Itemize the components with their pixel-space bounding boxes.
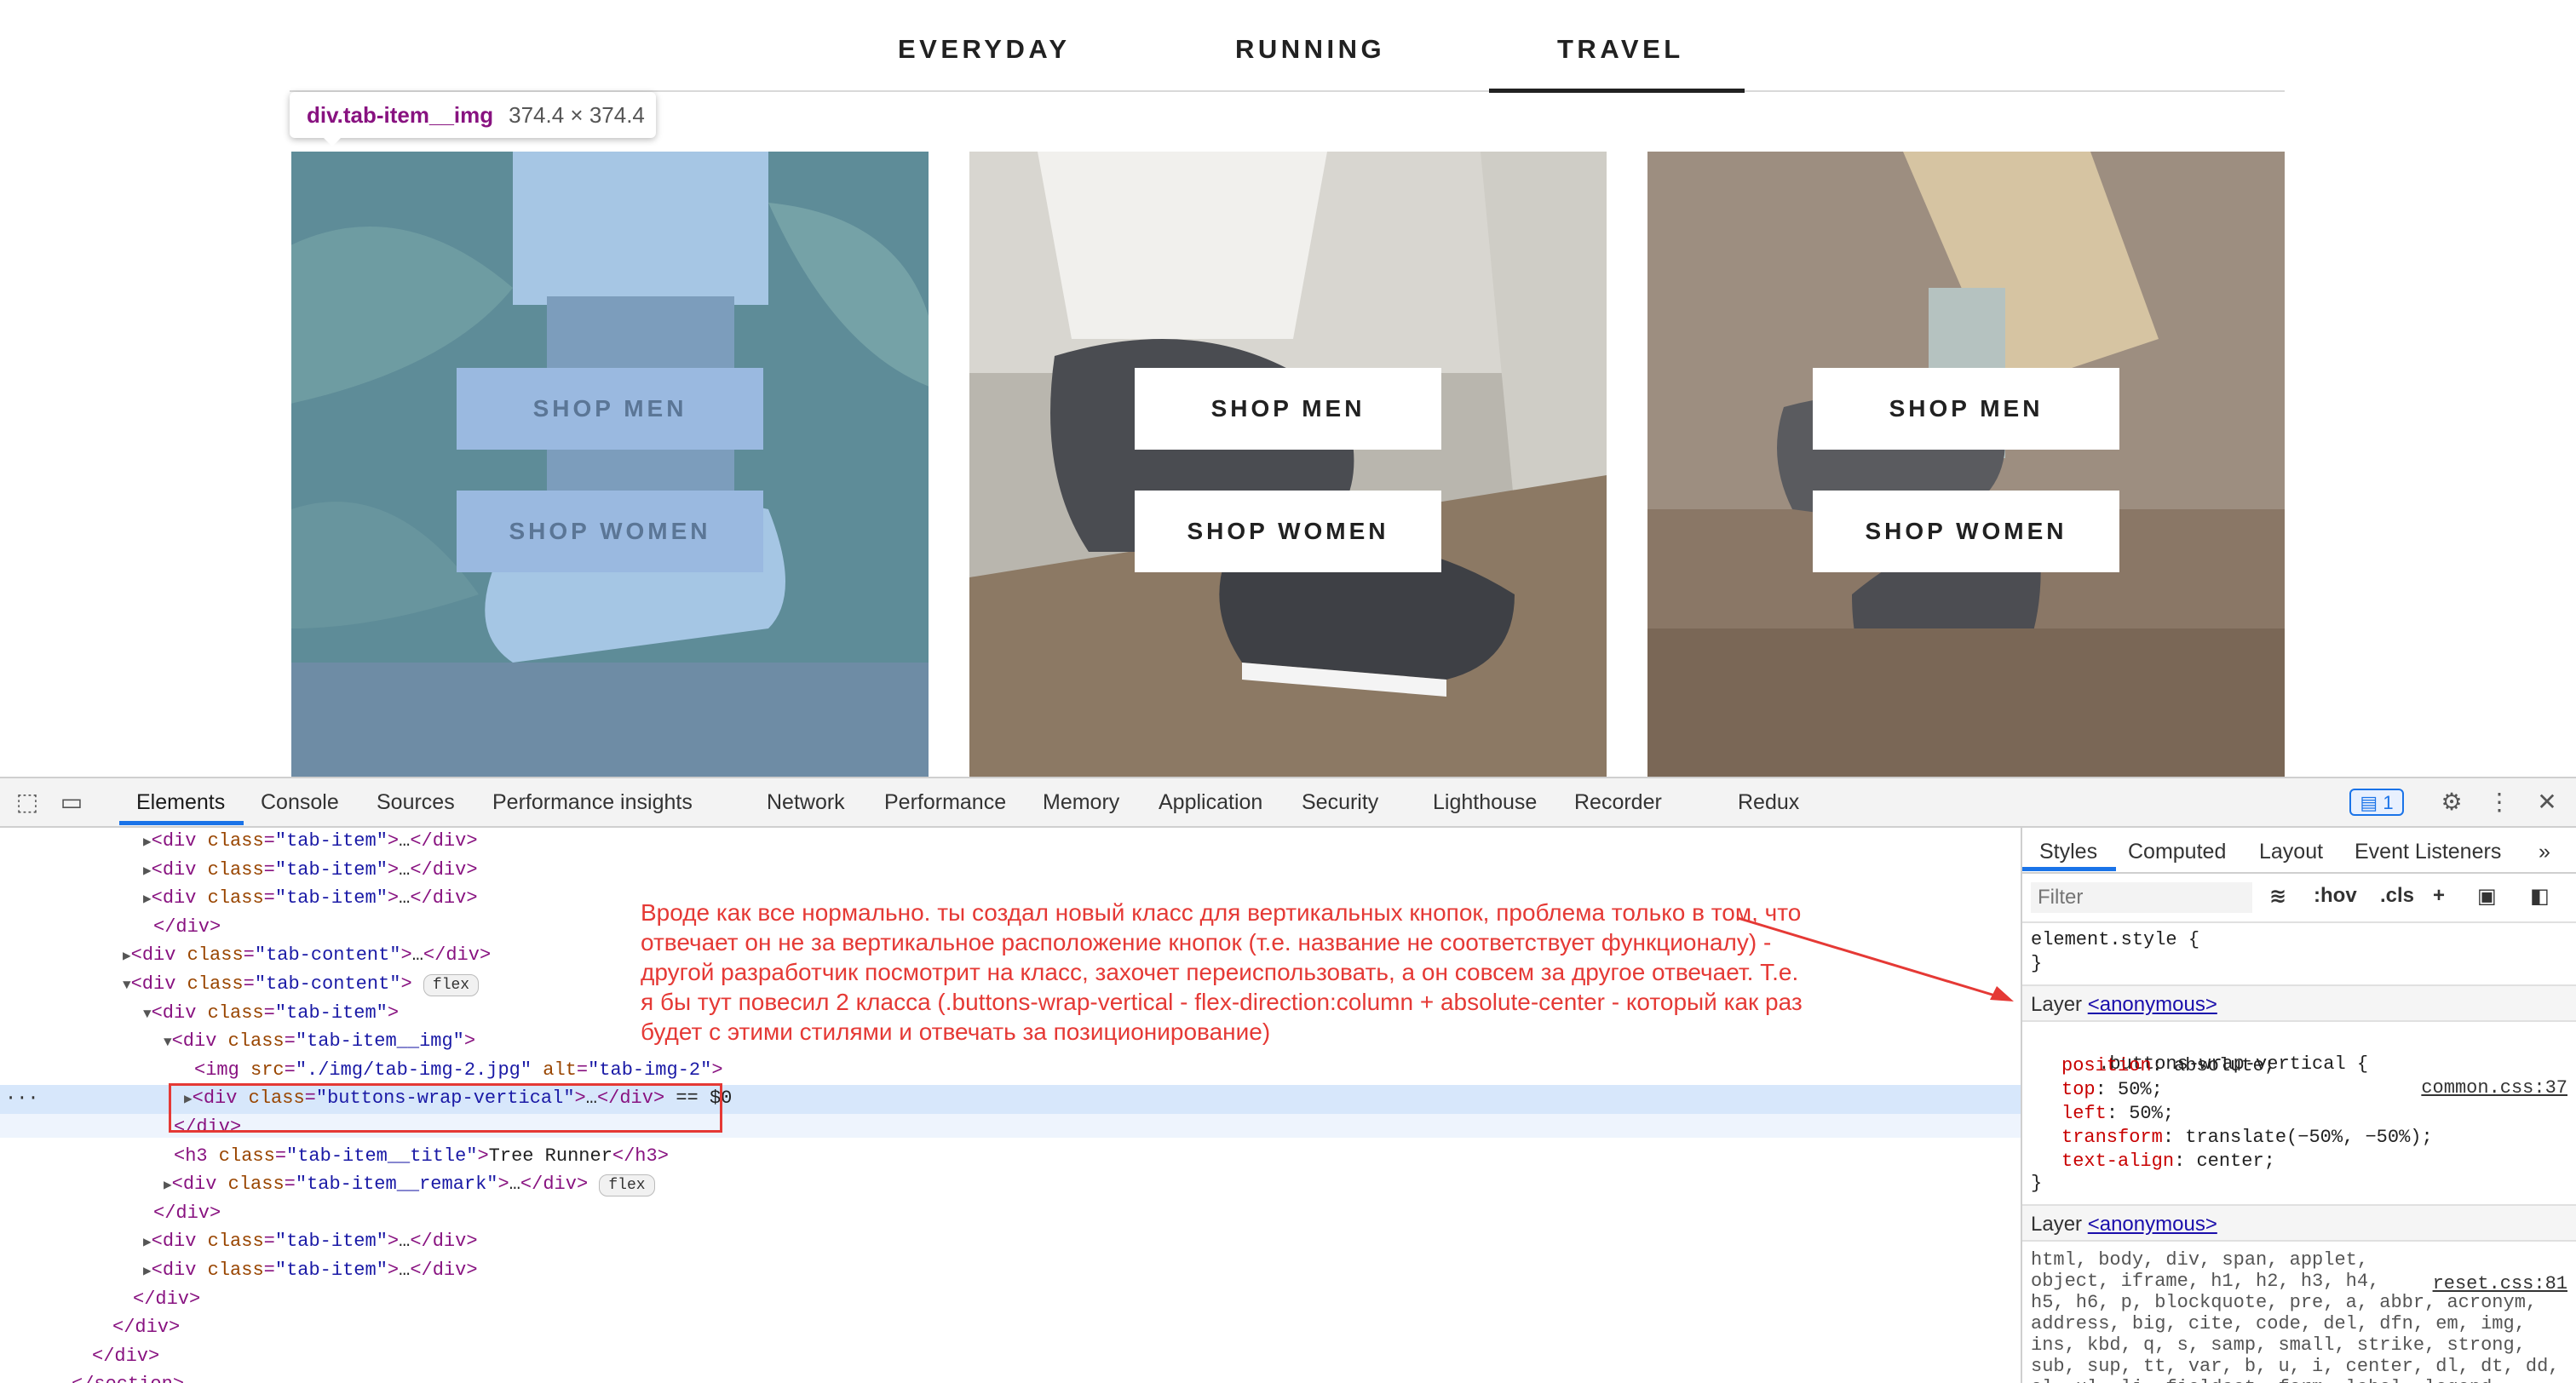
- css-declaration[interactable]: top: 50%;: [2061, 1078, 2163, 1102]
- shop-men-button[interactable]: SHOP MEN: [1813, 368, 2119, 450]
- styles-filter-input[interactable]: [2031, 882, 2252, 913]
- device-toolbar-icon[interactable]: ▭: [58, 789, 85, 816]
- layer-link[interactable]: <anonymous>: [2088, 1213, 2217, 1236]
- settings-gear-icon[interactable]: ⚙: [2438, 789, 2465, 816]
- more-options-icon[interactable]: ⋮: [2486, 789, 2513, 816]
- devtools-tab-application[interactable]: Application: [1159, 790, 1262, 815]
- toggle-renderings-icon[interactable]: ≋: [2269, 884, 2286, 909]
- tab-everyday[interactable]: EVERYDAY: [898, 34, 1071, 65]
- layer-label: Layer: [2031, 1213, 2083, 1236]
- shop-women-button[interactable]: SHOP WOMEN: [457, 491, 763, 572]
- layer-bar-1: Layer <anonymous>: [2022, 984, 2576, 1022]
- reset-selector-line: sub, sup, tt, var, b, u, i, center, dl, …: [2031, 1356, 2560, 1377]
- card-3-image: [1647, 152, 2285, 777]
- active-devtools-tab-indicator: [119, 821, 244, 825]
- tooltip-size: 374.4 × 374.4: [509, 102, 645, 128]
- devtools-tab-network[interactable]: Network: [767, 790, 845, 815]
- devtools-tab-performance[interactable]: Performance: [884, 790, 1006, 815]
- element-style-open[interactable]: element.style {: [2031, 928, 2199, 952]
- css-declaration[interactable]: left: 50%;: [2061, 1102, 2174, 1126]
- shop-men-button[interactable]: SHOP MEN: [1135, 368, 1441, 450]
- product-card-2: SHOP MEN SHOP WOMEN: [969, 152, 1607, 777]
- devtools-tab-elements[interactable]: Elements: [136, 790, 225, 815]
- styles-tabs: Styles Computed Layout Event Listeners »: [2022, 828, 2576, 874]
- more-tabs-icon[interactable]: »: [2539, 840, 2550, 864]
- shop-men-button[interactable]: SHOP MEN: [457, 368, 763, 450]
- tab-running[interactable]: RUNNING: [1235, 34, 1385, 65]
- tab-styles[interactable]: Styles: [2039, 840, 2097, 864]
- toggle-sidebar-icon[interactable]: ◧: [2530, 884, 2550, 909]
- hov-toggle[interactable]: :hov: [2314, 884, 2357, 908]
- inspect-element-icon[interactable]: ⬚: [14, 789, 41, 816]
- layer-label: Layer: [2031, 993, 2083, 1016]
- annotation-arrow: [1737, 916, 2014, 1001]
- devtools-panel: ⬚ ▭ Elements Console Sources Performance…: [0, 777, 2576, 1383]
- devtools-tab-security[interactable]: Security: [1302, 790, 1378, 815]
- reset-selector-line: ol, ul, li, fieldset, form, label, legen…: [2031, 1376, 2504, 1383]
- shop-women-button[interactable]: SHOP WOMEN: [1813, 491, 2119, 572]
- tooltip-selector: div.tab-item__img: [307, 102, 494, 128]
- css-declaration[interactable]: transform: translate(−50%, −50%);: [2061, 1126, 2433, 1150]
- close-devtools-icon[interactable]: ✕: [2533, 789, 2561, 816]
- issues-badge[interactable]: ▤ 1: [2349, 789, 2404, 816]
- devtools-toolbar: ⬚ ▭ Elements Console Sources Performance…: [0, 778, 2576, 828]
- devtools-tab-lighthouse[interactable]: Lighthouse: [1433, 790, 1537, 815]
- tab-layout[interactable]: Layout: [2259, 840, 2323, 864]
- element-highlight-overlay: [291, 152, 929, 777]
- reset-selector-line: object, iframe, h1, h2, h3, h4,: [2031, 1271, 2380, 1292]
- issues-count: 1: [2383, 792, 2394, 813]
- active-tab-underline: [1489, 89, 1745, 93]
- tab-event-listeners[interactable]: Event Listeners: [2355, 840, 2501, 864]
- product-card-3: SHOP MEN SHOP WOMEN: [1647, 152, 2285, 777]
- devtools-tab-redux[interactable]: Redux: [1738, 790, 1799, 815]
- tab-travel[interactable]: TRAVEL: [1557, 34, 1684, 65]
- devtools-tab-sources[interactable]: Sources: [377, 790, 455, 815]
- tab-computed[interactable]: Computed: [2128, 840, 2226, 864]
- rule-source-link[interactable]: common.css:37: [2421, 1076, 2567, 1100]
- reset-selector-line: address, big, cite, code, del, dfn, em, …: [2031, 1313, 2526, 1334]
- card-2-image: [969, 152, 1607, 777]
- reset-selector-line: html, body, div, span, applet,: [2031, 1249, 2369, 1271]
- cls-toggle[interactable]: .cls: [2380, 884, 2414, 908]
- styles-pane: Styles Computed Layout Event Listeners »…: [2022, 828, 2576, 1383]
- inspect-tooltip: div.tab-item__img 374.4 × 374.4: [290, 92, 656, 146]
- shop-women-button[interactable]: SHOP WOMEN: [1135, 491, 1441, 572]
- reset-selector-line: ins, kbd, q, s, samp, small, strike, str…: [2031, 1334, 2526, 1356]
- active-styles-tab-indicator: [2022, 867, 2116, 871]
- devtools-tab-performance-insights[interactable]: Performance insights: [492, 790, 693, 815]
- element-style-close: }: [2031, 953, 2043, 974]
- new-rule-icon[interactable]: +: [2433, 884, 2445, 908]
- css-declaration[interactable]: position: absolute;: [2061, 1054, 2275, 1078]
- devtools-tab-recorder[interactable]: Recorder: [1574, 790, 1662, 815]
- computed-styles-icon[interactable]: ▣: [2477, 884, 2497, 909]
- product-card-1: SHOP MEN SHOP WOMEN: [291, 152, 929, 777]
- css-declaration[interactable]: text-align: center;: [2061, 1150, 2275, 1174]
- rule-close: }: [2031, 1173, 2043, 1194]
- reset-selector-line: h5, h6, p, blockquote, pre, a, abbr, acr…: [2031, 1292, 2538, 1313]
- layer-link[interactable]: <anonymous>: [2088, 993, 2217, 1016]
- devtools-tab-memory[interactable]: Memory: [1043, 790, 1119, 815]
- devtools-tab-console[interactable]: Console: [261, 790, 339, 815]
- category-tabs: EVERYDAY RUNNING TRAVEL: [0, 0, 2576, 94]
- layer-bar-2: Layer <anonymous>: [2022, 1204, 2576, 1242]
- elements-tree: ··· ▶<div class="tab-item">…</div> ▶<div …: [0, 828, 2021, 1383]
- styles-filter-bar: ≋ :hov .cls + ▣ ◧: [2022, 874, 2576, 923]
